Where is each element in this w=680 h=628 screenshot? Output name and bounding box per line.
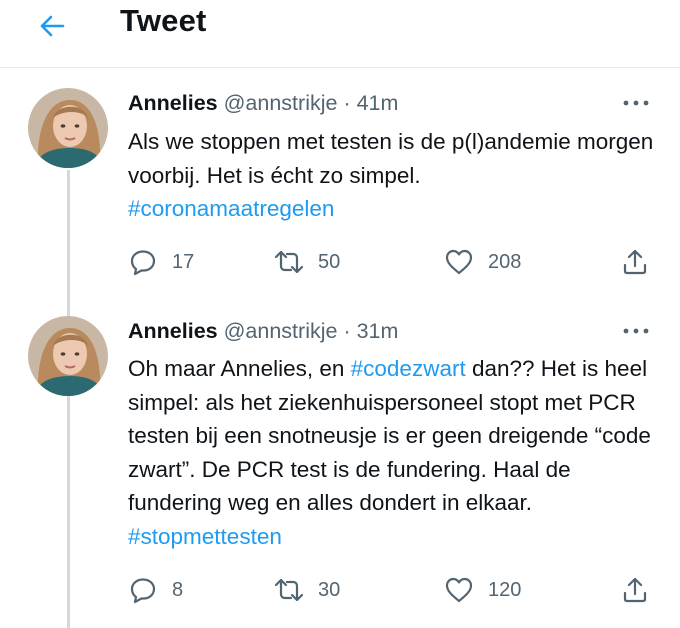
heart-icon xyxy=(444,575,474,605)
top-bar: Tweet xyxy=(0,0,680,68)
like-count: 208 xyxy=(488,250,522,273)
separator-dot: · xyxy=(343,91,351,115)
arrow-left-icon xyxy=(40,15,65,37)
share-icon xyxy=(620,575,650,605)
tweet-text-body: Oh maar Annelies, en xyxy=(128,356,351,381)
separator-dot: · xyxy=(343,319,351,343)
reply-icon xyxy=(128,575,158,605)
more-options-button[interactable] xyxy=(618,91,654,115)
timestamp[interactable]: 31m xyxy=(357,319,399,343)
page-title: Tweet xyxy=(120,3,207,38)
tweet-header: Annelies @annstrikje · 31m xyxy=(128,316,398,346)
tweet-header: Annelies @annstrikje · 41m xyxy=(128,88,398,118)
retweet-icon xyxy=(274,575,304,605)
hashtag-link[interactable]: #codezwart xyxy=(351,356,466,381)
back-button[interactable] xyxy=(32,6,72,46)
retweet-count: 50 xyxy=(318,250,341,273)
retweet-icon xyxy=(274,247,304,277)
avatar[interactable] xyxy=(28,88,108,168)
like-button[interactable]: 208 xyxy=(444,242,521,282)
tweet-actions: 8 30 120 xyxy=(128,570,658,610)
display-name[interactable]: Annelies xyxy=(128,91,218,115)
like-button[interactable]: 120 xyxy=(444,570,521,610)
tweet: Annelies @annstrikje · 31m Oh maar Annel… xyxy=(0,300,680,628)
hashtag-link[interactable]: #stopmettesten xyxy=(128,524,282,549)
hashtag-link[interactable]: #coronamaatregelen xyxy=(128,196,334,221)
display-name[interactable]: Annelies xyxy=(128,319,218,343)
username[interactable]: @annstrikje xyxy=(224,91,338,115)
tweet-text: Als we stoppen met testen is de p(l)ande… xyxy=(128,125,663,226)
share-icon xyxy=(620,247,650,277)
retweet-button[interactable]: 50 xyxy=(274,242,340,282)
tweet-text-body: Als we stoppen met testen is de p(l)ande… xyxy=(128,129,654,188)
tweet-text: Oh maar Annelies, en #codezwart dan?? He… xyxy=(128,352,663,553)
reply-count: 17 xyxy=(172,250,195,273)
more-horizontal-icon xyxy=(623,328,649,334)
retweet-count: 30 xyxy=(318,578,341,601)
tweet-actions: 17 50 208 xyxy=(128,242,658,282)
tweet: Annelies @annstrikje · 41m Als we stoppe… xyxy=(0,68,680,300)
heart-icon xyxy=(444,247,474,277)
share-button[interactable] xyxy=(620,570,650,610)
more-options-button[interactable] xyxy=(618,319,654,343)
like-count: 120 xyxy=(488,578,522,601)
reply-button[interactable]: 17 xyxy=(128,242,194,282)
more-horizontal-icon xyxy=(623,100,649,106)
reply-button[interactable]: 8 xyxy=(128,570,183,610)
username[interactable]: @annstrikje xyxy=(224,319,338,343)
reply-count: 8 xyxy=(172,578,184,601)
reply-icon xyxy=(128,247,158,277)
timestamp[interactable]: 41m xyxy=(357,91,399,115)
retweet-button[interactable]: 30 xyxy=(274,570,340,610)
avatar[interactable] xyxy=(28,316,108,396)
share-button[interactable] xyxy=(620,242,650,282)
